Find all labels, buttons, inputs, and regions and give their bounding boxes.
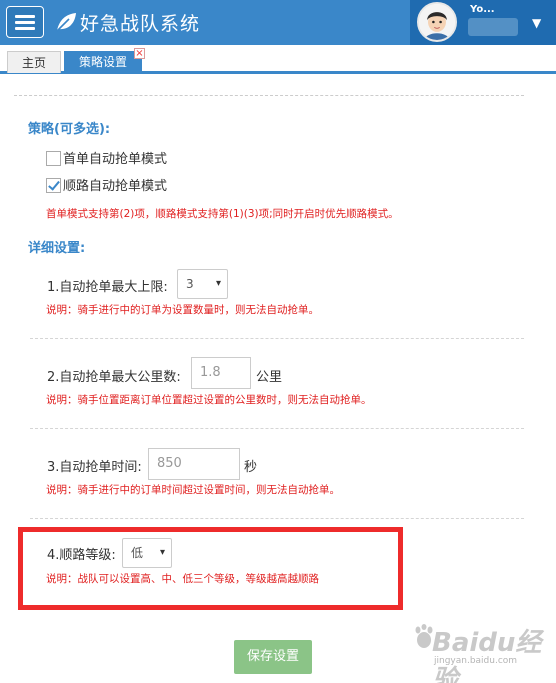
username-blurred: [468, 18, 518, 36]
divider: [30, 518, 524, 519]
hamburger-line: [15, 27, 35, 30]
strategy-note: 首单模式支持第(2)项，顺路模式支持第(1)(3)项;同时开启时优先顺路模式。: [46, 208, 399, 220]
highlight-box: [18, 527, 403, 610]
paw-logo-icon: [415, 624, 433, 648]
avatar: [417, 2, 457, 42]
max-orders-label: 1.自动抢单最大上限:: [47, 280, 168, 295]
option-along-route[interactable]: 顺路自动抢单模式: [46, 178, 167, 196]
settings-panel: [14, 95, 524, 96]
select-value: 3: [186, 277, 194, 291]
route-level-select[interactable]: 低 ▾: [122, 538, 172, 568]
grab-time-input[interactable]: 850: [148, 448, 240, 480]
baidu-watermark: Baidu经验 jingyan.baidu.com: [414, 620, 554, 683]
tab-strategy-settings[interactable]: 策略设置 ×: [64, 48, 145, 73]
tab-bar: 主页 策略设置 ×: [0, 45, 556, 74]
hamburger-line: [15, 15, 35, 18]
hamburger-line: [15, 21, 35, 24]
close-icon[interactable]: ×: [134, 48, 145, 59]
detail-section-title: 详细设置:: [28, 241, 86, 256]
max-orders-note: 说明：骑手进行中的订单为设置数量时，则无法自动抢单。: [46, 304, 319, 316]
tab-label: 策略设置: [78, 55, 127, 69]
max-distance-input[interactable]: 1.8: [191, 357, 251, 389]
chevron-down-icon: ▾: [159, 547, 165, 558]
checkbox-along-route[interactable]: [46, 178, 61, 193]
username: Yo...: [470, 4, 495, 15]
route-level-note: 说明：战队可以设置高、中、低三个等级，等级越高越顺路: [46, 573, 319, 585]
divider: [30, 338, 524, 339]
divider: [30, 428, 524, 429]
checkbox-first-order[interactable]: [46, 151, 61, 166]
select-value: 低: [131, 546, 144, 560]
save-settings-button[interactable]: 保存设置: [234, 640, 312, 674]
max-distance-note: 说明：骑手位置距离订单位置超过设置的公里数时，则无法自动抢单。: [46, 394, 372, 406]
watermark-url: jingyan.baidu.com: [434, 656, 518, 666]
strategy-section-title: 策略(可多选):: [28, 122, 111, 137]
user-menu[interactable]: Yo... ▼: [410, 0, 556, 45]
option-label: 首单自动抢单模式: [63, 152, 168, 167]
max-distance-label: 2.自动抢单最大公里数:: [47, 370, 181, 385]
chevron-down-icon: ▾: [215, 278, 221, 289]
distance-unit: 公里: [256, 370, 283, 385]
tab-home[interactable]: 主页: [7, 51, 61, 73]
time-unit: 秒: [244, 460, 258, 475]
grab-time-note: 说明：骑手进行中的订单时间超过设置时间，则无法自动抢单。: [46, 484, 340, 496]
app-title: 好急战队系统: [80, 13, 201, 35]
option-first-order[interactable]: 首单自动抢单模式: [46, 151, 167, 169]
chevron-down-icon[interactable]: ▼: [532, 16, 541, 30]
watermark-text: Baidu经验: [432, 628, 542, 683]
max-orders-select[interactable]: 3 ▾: [177, 269, 228, 299]
user-avatar-icon: [419, 4, 455, 40]
leaf-logo-icon: [56, 13, 76, 32]
grab-time-label: 3.自动抢单时间:: [47, 460, 142, 475]
option-label: 顺路自动抢单模式: [63, 179, 168, 194]
route-level-label: 4.顺路等级:: [47, 548, 116, 563]
menu-toggle-button[interactable]: [6, 6, 44, 38]
top-navbar: 好急战队系统 Yo... ▼: [0, 0, 556, 45]
